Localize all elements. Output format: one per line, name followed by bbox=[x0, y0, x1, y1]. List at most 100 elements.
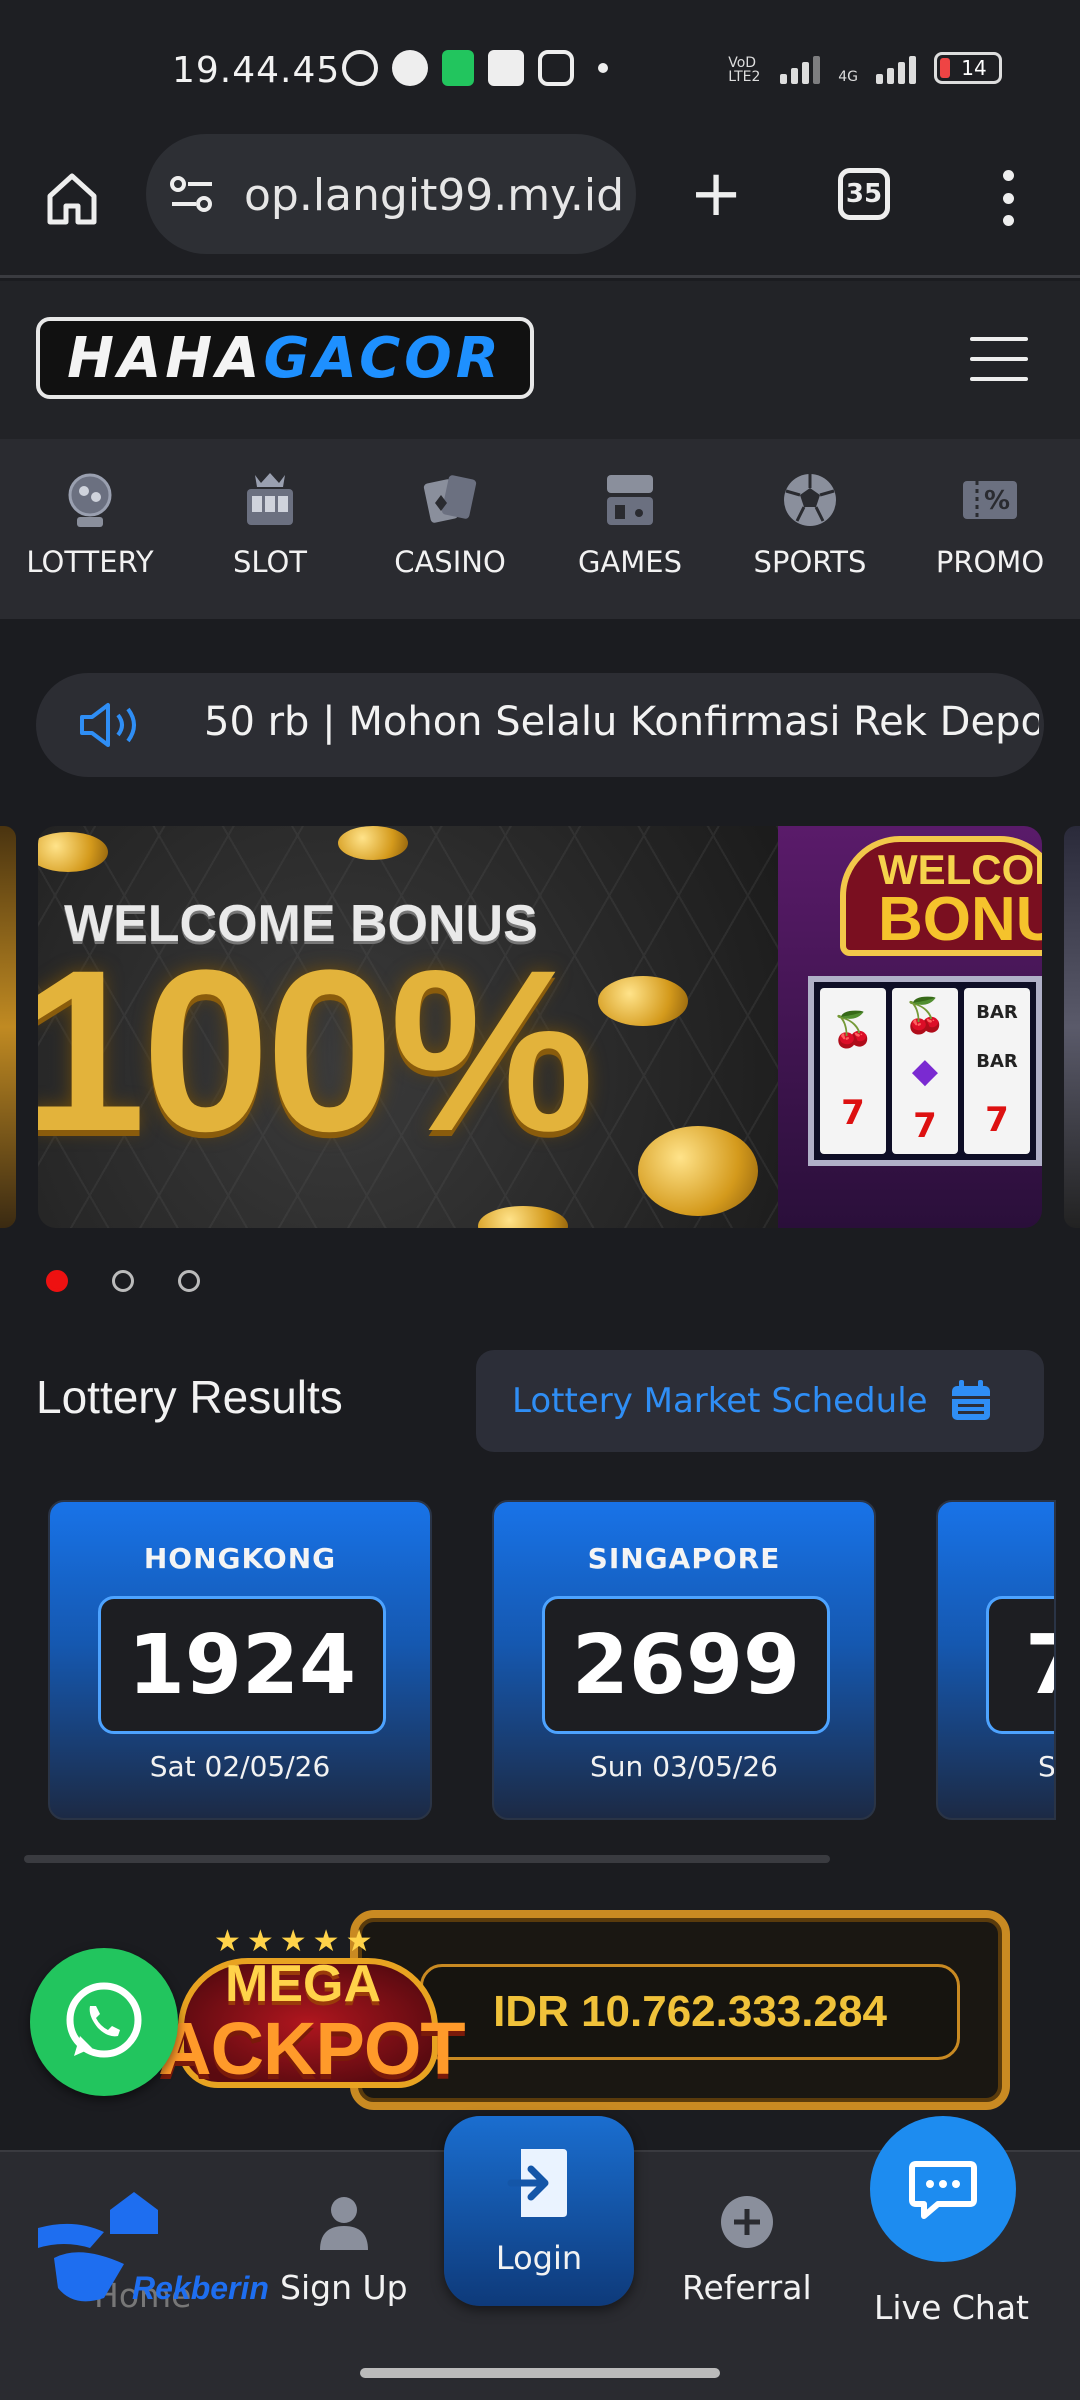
coin-image bbox=[598, 976, 688, 1026]
lottery-icon bbox=[68, 473, 112, 527]
category-label: GAMES bbox=[577, 545, 683, 579]
signal-2-icon bbox=[876, 56, 916, 84]
signal-icon bbox=[780, 56, 821, 84]
carousel-dot[interactable] bbox=[46, 1270, 68, 1292]
announcement-text: 50 rb | Mohon Selalu Konfirmasi Rek Depo bbox=[204, 699, 1039, 745]
category-label: SPORTS bbox=[753, 545, 867, 579]
lottery-number: 2699 bbox=[542, 1596, 830, 1734]
user-icon bbox=[319, 2197, 368, 2250]
carousel-dot[interactable] bbox=[178, 1270, 200, 1292]
nav-livechat-label-wrap[interactable]: Live Chat bbox=[874, 2288, 1029, 2327]
url-text[interactable]: op.langit99.my.id bbox=[244, 170, 624, 221]
lottery-scrollbar[interactable] bbox=[24, 1855, 830, 1863]
slot-icon bbox=[247, 473, 293, 525]
carousel-dots bbox=[46, 1270, 200, 1292]
whatsapp-notification-icon bbox=[342, 50, 378, 86]
battery-saver-notification-icon bbox=[442, 50, 474, 86]
new-tab-icon[interactable]: + bbox=[688, 162, 744, 226]
plus-circle-icon bbox=[720, 2196, 773, 2248]
schedule-label: Lottery Market Schedule bbox=[512, 1381, 928, 1421]
category-label: CASINO bbox=[394, 545, 506, 579]
gesture-bar[interactable] bbox=[360, 2368, 720, 2378]
live-chat-button[interactable] bbox=[870, 2116, 1016, 2262]
svg-text:%: % bbox=[984, 486, 1010, 516]
lottery-number: 7 bbox=[986, 1596, 1054, 1734]
speaker-icon bbox=[80, 703, 136, 747]
facebook-notification-icon bbox=[392, 50, 428, 86]
lottery-date: Sat 02/05/26 bbox=[149, 1750, 331, 1783]
lottery-card[interactable]: SINGAPORE 2699 Sun 03/05/26 bbox=[492, 1500, 876, 1820]
chat-bubble-icon bbox=[909, 2161, 977, 2219]
calendar-icon bbox=[951, 1380, 990, 1420]
category-games[interactable]: GAMES bbox=[540, 439, 720, 619]
reel: 🍒 ◆ 7 bbox=[892, 988, 958, 1154]
rekberin-logo-text: Rekberin bbox=[132, 2270, 269, 2306]
notification-icons bbox=[342, 50, 608, 86]
login-icon bbox=[507, 2149, 567, 2217]
browser-toolbar: op.langit99.my.id + 35 bbox=[0, 130, 1080, 278]
battery-level: 14 bbox=[961, 56, 987, 80]
battery-icon: 14 bbox=[934, 52, 1002, 84]
instagram-notification-icon bbox=[538, 50, 574, 86]
nav-signup[interactable]: Sign Up bbox=[280, 2192, 408, 2307]
lottery-date: Sun 03/05/26 bbox=[590, 1750, 778, 1783]
site-logo[interactable]: HAHA GACOR bbox=[36, 317, 534, 399]
promo-icon: % bbox=[963, 481, 1017, 519]
lottery-card[interactable]: HONGKONG 1924 Sat 02/05/26 bbox=[48, 1500, 432, 1820]
jackpot-value: IDR 10.762.333.284 bbox=[420, 1964, 960, 2060]
nav-referral[interactable]: Referral bbox=[682, 2192, 812, 2307]
lottery-results-heading: Lottery Results bbox=[36, 1371, 343, 1423]
carousel-dot[interactable] bbox=[112, 1270, 134, 1292]
category-slot[interactable]: SLOT bbox=[180, 439, 360, 619]
lottery-card-partial[interactable]: 7 S bbox=[936, 1500, 1056, 1820]
network-label: VoD LTE2 bbox=[728, 55, 761, 85]
logo-text-1: HAHA bbox=[67, 325, 264, 391]
logo-text-2: GACOR bbox=[263, 325, 503, 391]
prev-banner-peek[interactable] bbox=[0, 826, 16, 1228]
site-header: HAHA GACOR bbox=[0, 281, 1080, 439]
whatsapp-icon bbox=[66, 1982, 142, 2058]
lottery-schedule-button[interactable]: Lottery Market Schedule bbox=[476, 1350, 1044, 1452]
next-banner-peek[interactable] bbox=[1064, 826, 1080, 1228]
promo-banner[interactable]: WELCOME BONUS 100% WELCOME BONUS 🍒7 🍒◆7 … bbox=[38, 826, 1042, 1228]
badge-top-text: MEGA bbox=[225, 1955, 381, 2013]
site-settings-icon[interactable] bbox=[168, 174, 216, 214]
category-label: SLOT bbox=[232, 545, 308, 579]
banner-percent: 100% bbox=[38, 922, 594, 1179]
hamburger-menu-icon[interactable] bbox=[970, 337, 1028, 381]
category-lottery[interactable]: LOTTERY bbox=[0, 439, 180, 619]
lottery-date: S bbox=[1038, 1750, 1056, 1783]
category-casino[interactable]: CASINO bbox=[360, 439, 540, 619]
browser-menu-icon[interactable] bbox=[998, 170, 1018, 226]
tab-switcher-button[interactable]: 35 bbox=[838, 168, 890, 220]
sports-icon bbox=[784, 474, 836, 526]
login-label: Login bbox=[495, 2239, 583, 2277]
category-nav: LOTTERY SLOT CASINO GAMES SPORTS % PROMO bbox=[0, 439, 1080, 619]
whatsapp-button[interactable] bbox=[30, 1948, 178, 2096]
coin-image bbox=[338, 826, 408, 860]
casino-icon bbox=[423, 475, 477, 523]
lottery-number: 1924 bbox=[98, 1596, 386, 1734]
nav-label: Sign Up bbox=[280, 2268, 408, 2307]
category-promo[interactable]: % PROMO bbox=[900, 439, 1080, 619]
category-label: PROMO bbox=[935, 545, 1045, 579]
nav-label: Live Chat bbox=[874, 2288, 1029, 2327]
address-bar[interactable]: op.langit99.my.id bbox=[146, 134, 636, 254]
home-icon[interactable] bbox=[42, 168, 102, 228]
category-label: LOTTERY bbox=[26, 545, 154, 579]
status-bar: 19.44.45 VoD LTE2 4G 14 bbox=[0, 0, 1080, 130]
shopee-notification-icon bbox=[488, 50, 524, 86]
status-time: 19.44.45 bbox=[172, 50, 341, 91]
network-type-label: 4G bbox=[838, 69, 858, 85]
category-sports[interactable]: SPORTS bbox=[720, 439, 900, 619]
reel: 🍒 7 bbox=[820, 988, 886, 1154]
slot-machine-image: WELCOME BONUS 🍒7 🍒◆7 BARBAR7 bbox=[778, 826, 1042, 1228]
lottery-market: HONGKONG bbox=[143, 1542, 337, 1575]
lottery-market: SINGAPORE bbox=[587, 1542, 781, 1575]
login-button[interactable]: Login bbox=[444, 2116, 634, 2306]
system-indicators: VoD LTE2 4G 14 bbox=[728, 52, 1002, 84]
slot-reels: 🍒 7 🍒 ◆ 7 BAR BAR 7 bbox=[808, 976, 1042, 1166]
more-notifications-dot-icon bbox=[598, 63, 608, 73]
slot-sign-line2: BONUS bbox=[878, 885, 1042, 954]
nav-label: Referral bbox=[682, 2268, 812, 2307]
